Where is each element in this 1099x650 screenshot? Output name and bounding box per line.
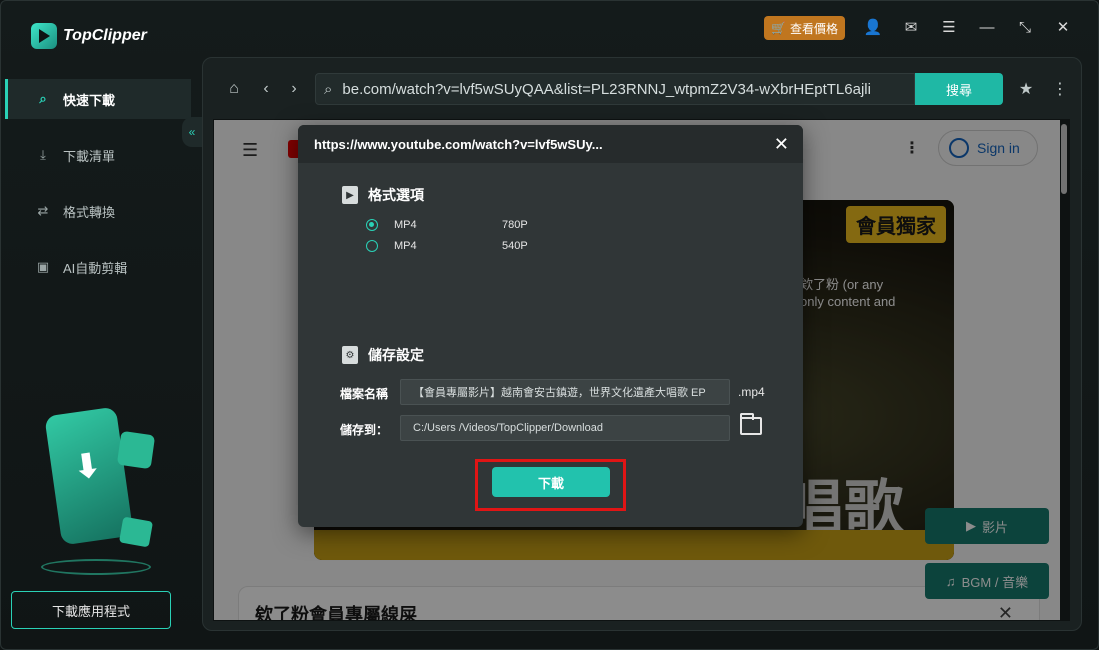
format-option[interactable]: MP4 780P <box>366 217 528 233</box>
sidebar-item-ai-edit[interactable]: ▣ AI自動剪輯 <box>5 247 191 287</box>
url-text: be.com/watch?v=lvf5wSUyQAA&list=PL23RNNJ… <box>342 80 871 98</box>
file-extension: .mp4 <box>738 385 765 399</box>
download-app-button[interactable]: 下載應用程式 <box>11 591 171 629</box>
option-format: MP4 <box>394 240 417 252</box>
forward-icon[interactable]: › <box>283 78 305 100</box>
search-icon: ⌕ <box>324 80 333 98</box>
close-icon[interactable]: ✕ <box>774 134 789 155</box>
app-window: TopClipper 🛒 查看價格 👤 ✉ ☰ — ⤡ ✕ ⌕ 快速下載 ⤓ 下… <box>0 0 1099 650</box>
logo-icon <box>31 23 57 49</box>
qr-code-icon <box>116 430 156 470</box>
sidebar: ⌕ 快速下載 ⤓ 下載清單 ⇄ 格式轉換 ▣ AI自動剪輯 ⬇ <box>1 71 191 649</box>
settings-file-icon: ⚙ <box>342 346 358 364</box>
option-resolution: 540P <box>502 240 528 252</box>
download-button[interactable]: 下載 <box>492 467 610 497</box>
view-price-button[interactable]: 🛒 查看價格 <box>764 16 845 40</box>
option-format: MP4 <box>394 219 417 231</box>
collapse-sidebar-icon[interactable]: « <box>182 117 202 147</box>
browser-toolbar: ⌂ ‹ › ⌕ be.com/watch?v=lvf5wSUyQAA&list=… <box>203 58 1081 120</box>
download-list-icon: ⤓ <box>40 147 46 162</box>
mail-icon[interactable]: ✉ <box>901 17 921 37</box>
minimize-icon[interactable]: — <box>977 17 997 37</box>
maximize-icon[interactable]: ⤡ <box>1015 17 1035 37</box>
download-arrow-icon: ⬇ <box>70 446 105 488</box>
format-section-title: 格式選項 <box>368 187 424 203</box>
sidebar-item-format-convert[interactable]: ⇄ 格式轉換 <box>5 191 191 231</box>
save-path-input[interactable]: C:/Users /Videos/TopClipper/Download <box>400 415 730 441</box>
cart-icon: 🛒 <box>771 21 786 35</box>
dialog-title: https://www.youtube.com/watch?v=lvf5wSUy… <box>314 136 603 152</box>
url-bar[interactable]: ⌕ be.com/watch?v=lvf5wSUyQAA&list=PL23RN… <box>315 73 915 105</box>
format-option[interactable]: MP4 540P <box>366 238 528 254</box>
save-to-label: 儲存到： <box>340 423 389 437</box>
download-dialog: https://www.youtube.com/watch?v=lvf5wSUy… <box>298 125 803 527</box>
view-price-label: 查看價格 <box>789 21 838 36</box>
user-icon[interactable]: 👤 <box>863 17 883 37</box>
option-resolution: 780P <box>502 219 528 231</box>
more-vertical-icon[interactable]: ⋮ <box>1049 78 1071 100</box>
search-button[interactable]: 搜尋 <box>915 73 1003 105</box>
convert-icon: ⇄ <box>37 203 49 218</box>
search-icon: ⌕ <box>39 91 47 106</box>
sidebar-item-quick-download[interactable]: ⌕ 快速下載 <box>5 79 191 119</box>
menu-icon[interactable]: ☰ <box>939 17 959 37</box>
sidebar-item-label: 格式轉換 <box>63 204 116 220</box>
save-section-title: 儲存設定 <box>368 347 424 363</box>
dialog-header: https://www.youtube.com/watch?v=lvf5wSUy… <box>298 125 803 163</box>
sidebar-item-label: 快速下載 <box>63 92 116 108</box>
sidebar-item-download-list[interactable]: ⤓ 下載清單 <box>5 135 191 175</box>
format-section-header: ▶ 格式選項 <box>342 185 424 205</box>
folder-icon[interactable] <box>740 413 762 435</box>
radio-selected[interactable] <box>366 219 378 231</box>
sidebar-item-label: 下載清單 <box>63 148 116 164</box>
star-icon[interactable]: ★ <box>1015 78 1037 100</box>
back-icon[interactable]: ‹ <box>255 78 277 100</box>
video-file-icon: ▶ <box>342 186 358 204</box>
close-icon[interactable]: ✕ <box>1053 17 1073 37</box>
app-name: TopClipper <box>63 27 147 44</box>
app-logo: TopClipper <box>31 23 147 49</box>
ai-edit-icon: ▣ <box>36 259 50 274</box>
filename-input[interactable]: 【會員專屬影片】越南會安古鎮遊，世界文化遺產大唱歌 EP <box>400 379 730 405</box>
save-section-header: ⚙ 儲存設定 <box>342 345 424 365</box>
title-bar-controls: 👤 ✉ ☰ — ⤡ ✕ <box>863 17 1073 37</box>
radio-unselected[interactable] <box>366 240 378 252</box>
mobile-app-illustration: ⬇ <box>31 401 171 581</box>
filename-label: 檔案名稱 <box>340 387 389 401</box>
home-icon[interactable]: ⌂ <box>223 78 245 100</box>
ring-decoration <box>41 559 151 575</box>
clapperboard-icon <box>118 516 154 548</box>
sidebar-item-label: AI自動剪輯 <box>63 260 128 276</box>
